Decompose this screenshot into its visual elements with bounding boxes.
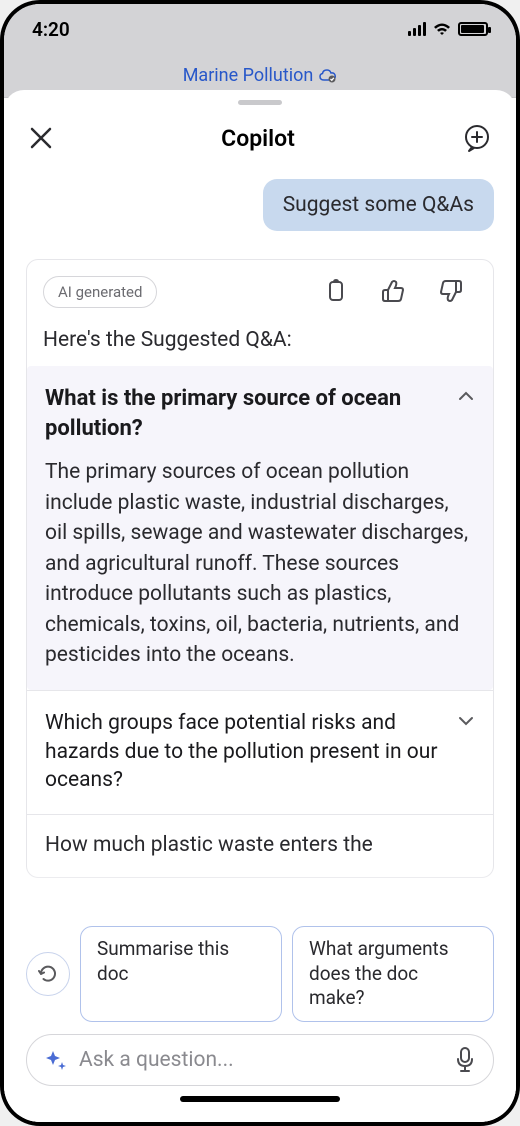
qa-question-partial: How much plastic waste enters the: [45, 833, 475, 857]
cloud-sync-icon: [319, 69, 337, 83]
qa-answer: The primary sources of ocean pollution i…: [45, 457, 475, 670]
qa-question: What is the primary source of ocean poll…: [45, 384, 447, 443]
wifi-icon: [432, 22, 452, 37]
thumbs-down-icon[interactable]: [439, 279, 463, 303]
qa-question: Which groups face potential risks and ha…: [45, 709, 447, 794]
status-time: 4:20: [32, 18, 70, 41]
copilot-title: Copilot: [221, 125, 295, 152]
ai-generated-tag: AI generated: [43, 276, 157, 308]
suggestion-pill[interactable]: Summarise this doc: [80, 926, 282, 1022]
user-message: Suggest some Q&As: [263, 179, 494, 231]
response-intro: Here's the Suggested Q&A:: [43, 328, 477, 352]
status-right: [408, 22, 488, 37]
thumbs-up-icon[interactable]: [381, 279, 405, 303]
sheet-grabber[interactable]: [238, 100, 282, 105]
battery-icon: [458, 22, 488, 36]
close-icon[interactable]: [28, 125, 54, 151]
ask-input[interactable]: Ask a question...: [26, 1034, 494, 1086]
chevron-down-icon: [457, 715, 475, 727]
new-chat-icon[interactable]: [462, 123, 492, 153]
status-bar: 4:20: [4, 4, 516, 54]
cellular-icon: [408, 22, 426, 36]
suggestion-pill[interactable]: What arguments does the doc make?: [292, 926, 494, 1022]
chevron-up-icon: [457, 390, 475, 402]
refresh-icon: [38, 964, 58, 984]
qa-collapsed[interactable]: Which groups face potential risks and ha…: [27, 690, 493, 814]
home-indicator[interactable]: [180, 1096, 340, 1102]
microphone-icon[interactable]: [455, 1047, 475, 1073]
copy-icon[interactable]: [325, 279, 347, 305]
sparkle-icon: [45, 1049, 67, 1071]
refresh-suggestions-button[interactable]: [26, 952, 70, 996]
input-placeholder: Ask a question...: [79, 1048, 443, 1072]
qa-expanded[interactable]: What is the primary source of ocean poll…: [27, 366, 493, 690]
copilot-sheet: Copilot Suggest some Q&As AI generated: [4, 90, 516, 1122]
qa-collapsed-partial[interactable]: How much plastic waste enters the: [27, 814, 493, 877]
document-title: Marine Pollution: [183, 65, 314, 86]
response-card: AI generated Here's the Suggested Q&A: W…: [26, 259, 494, 878]
